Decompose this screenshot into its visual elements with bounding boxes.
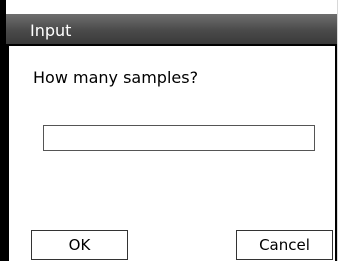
prompt-label: How many samples? — [33, 68, 199, 87]
ok-button[interactable]: OK — [31, 230, 128, 260]
dialog-title: Input — [30, 21, 72, 40]
right-edge — [337, 0, 346, 261]
dialog-titlebar: Input — [6, 14, 340, 46]
screen: Input How many samples? OK Cancel — [0, 0, 346, 261]
samples-input[interactable] — [43, 125, 315, 151]
top-band — [6, 0, 340, 14]
input-dialog: How many samples? OK Cancel — [6, 46, 338, 261]
cancel-button[interactable]: Cancel — [236, 230, 333, 260]
